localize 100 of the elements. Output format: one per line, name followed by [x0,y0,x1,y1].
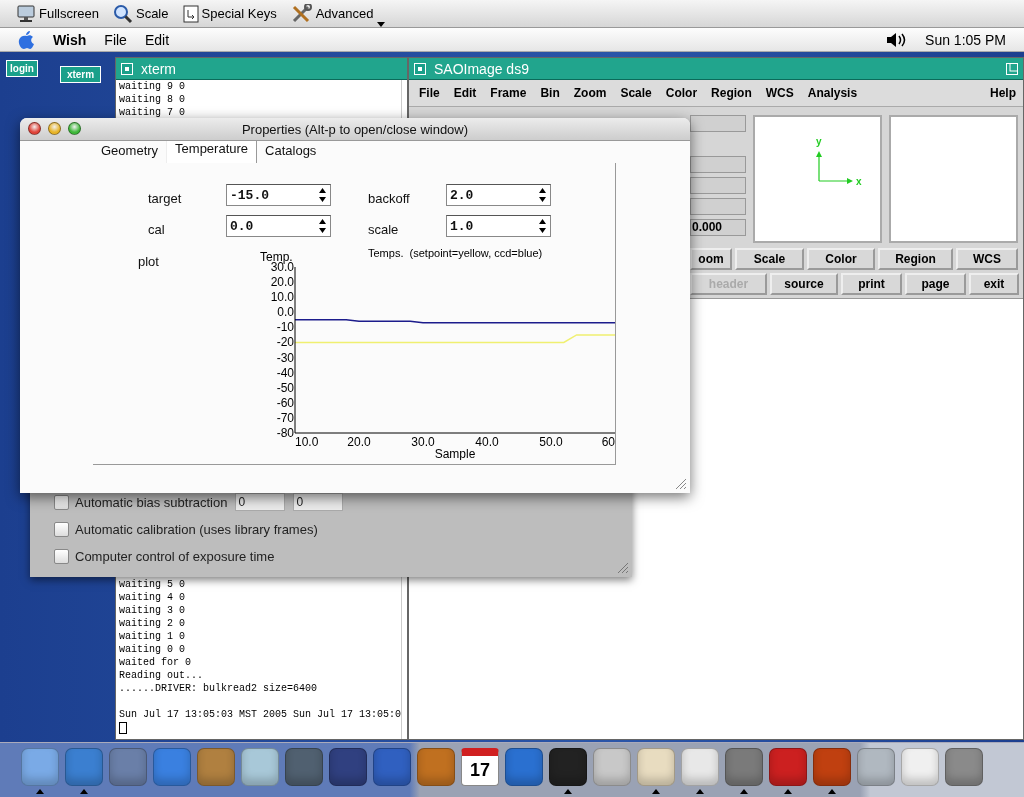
app-icon[interactable] [505,748,543,786]
menu-item[interactable]: Edit [135,31,178,48]
text-cursor [119,722,127,734]
number-field[interactable]: -15.0 [226,184,331,206]
app-icon[interactable] [945,748,983,786]
spin-arrows-icon[interactable] [318,218,327,234]
app-icon[interactable] [329,748,367,786]
axis-tick-label: -20 [276,335,294,350]
menu-item[interactable]: Help [983,86,1023,100]
info-field: 0.000 [690,219,746,236]
toolbar-button[interactable]: WCS [956,248,1018,270]
checkbox[interactable] [54,521,69,537]
spin-arrows-icon[interactable] [318,187,327,203]
tab[interactable]: Catalogs [257,141,325,163]
maximize-icon[interactable] [1006,62,1018,75]
app-icon[interactable] [813,748,851,786]
axis-tick-label: 0.0 [277,305,294,320]
terminal-line: waiting 8 0 [119,93,186,106]
field-label: cal [148,221,166,237]
axis-title: Sample [434,447,476,460]
number-field[interactable]: 2.0 [446,184,551,206]
toolbar-button[interactable]: oom [690,248,732,270]
toolbar-button[interactable]: Scale [110,0,173,27]
menu-item[interactable]: Edit [446,86,484,100]
field-label: plot [138,253,160,271]
resize-grip-icon[interactable] [615,560,629,574]
menu-item[interactable]: Zoom [566,86,614,100]
window-button[interactable] [28,122,41,135]
checkbox-label: Automatic calibration (uses library frames) [75,521,318,537]
menu-item[interactable]: Wish [44,31,96,48]
checkbox-label: Automatic bias subtraction [75,494,228,510]
key-icon [182,4,199,23]
menu-item[interactable]: Analysis [800,86,865,100]
info-field [690,198,746,215]
menu-item[interactable]: File [95,31,136,48]
chart-title: Temps. (setpoint=yellow, ccd=blue) [367,247,543,259]
calendar-icon[interactable]: 17 [461,748,499,786]
axis-tick-label: 20.0 [270,275,294,290]
magnifier-icon [112,3,133,24]
axis-tick-label: 50.0 [539,435,563,449]
app-icon[interactable] [769,748,807,786]
toolbar-button[interactable]: Fullscreen [14,0,103,27]
axis-label: x [856,176,862,187]
apple-icon[interactable] [18,29,36,50]
window-title: Properties (Alt-p to open/close window) [241,121,469,137]
axis-tick-label: -40 [276,365,294,380]
window-button[interactable] [48,122,61,135]
number-field[interactable]: 0.0 [226,215,331,237]
input-field[interactable]: 0 [293,493,344,511]
checkbox-label: Computer control of exposure time [75,548,275,564]
menu-clock[interactable]: Sun 1:05 PM [916,31,1014,48]
toolbar-button[interactable]: Region [878,248,953,270]
window-title: xterm [141,60,176,77]
toolbar-button[interactable]: Scale [735,248,804,270]
tab[interactable]: Geometry [93,141,167,163]
axis-tick-label: -10 [276,320,294,335]
window-menu-icon[interactable] [121,62,133,75]
monitor-icon [16,4,36,23]
menu-item[interactable]: Bin [533,86,567,100]
spin-arrows-icon[interactable] [538,218,547,234]
number-field[interactable]: 1.0 [446,215,551,237]
toolbar-button[interactable]: source [770,273,838,295]
menu-item[interactable]: Scale [613,86,659,100]
window-menu-icon[interactable] [414,62,426,75]
field-label: scale [368,221,400,237]
axis-tick-label: -80 [276,426,294,440]
input-field[interactable]: 0 [235,493,286,511]
toolbar-button[interactable]: Special Keys [180,0,281,27]
menu-item[interactable]: Region [704,86,759,100]
toolbar-button[interactable]: print [841,273,902,295]
terminal-line: waiting 3 0 [119,604,186,617]
field-label: backoff [368,190,411,206]
spin-arrows-icon[interactable] [538,187,547,203]
toolbar-button[interactable]: exit [969,273,1019,295]
axis-tick-label: 30.0 [411,435,435,449]
terminal-line: waiting 4 0 [119,591,186,604]
axis-tick-label: 60 [601,435,615,449]
toolbar-button[interactable]: Color [807,248,875,270]
axis-tick-label: 20.0 [347,435,371,449]
menu-item[interactable]: Frame [483,86,534,100]
checkbox[interactable] [54,548,69,564]
menu-item[interactable]: Color [658,86,705,100]
terminal-line: Sun Jul 17 13:05:03 MST 2005 Sun Jul 17 13:05:0 [119,708,402,721]
window-button[interactable] [68,122,81,135]
field-label: target [148,190,183,206]
terminal-line: waiting 5 0 [119,578,186,591]
info-field [690,156,746,173]
resize-grip-icon[interactable] [673,476,687,490]
terminal-line: waiting 0 0 [119,643,186,656]
toolbar-button[interactable]: page [905,273,966,295]
menu-item[interactable]: File [412,86,447,100]
tools-icon [290,3,313,24]
checkbox[interactable] [54,494,69,510]
terminal-line: waiting 9 0 [119,80,186,93]
app-icon[interactable] [725,748,763,786]
toolbar-button[interactable]: Advanced [288,0,386,27]
app-icon[interactable] [549,748,587,786]
tab[interactable]: Temperature [166,141,258,163]
menu-item[interactable]: WCS [758,86,801,100]
axis-tick-label: -50 [276,380,294,395]
